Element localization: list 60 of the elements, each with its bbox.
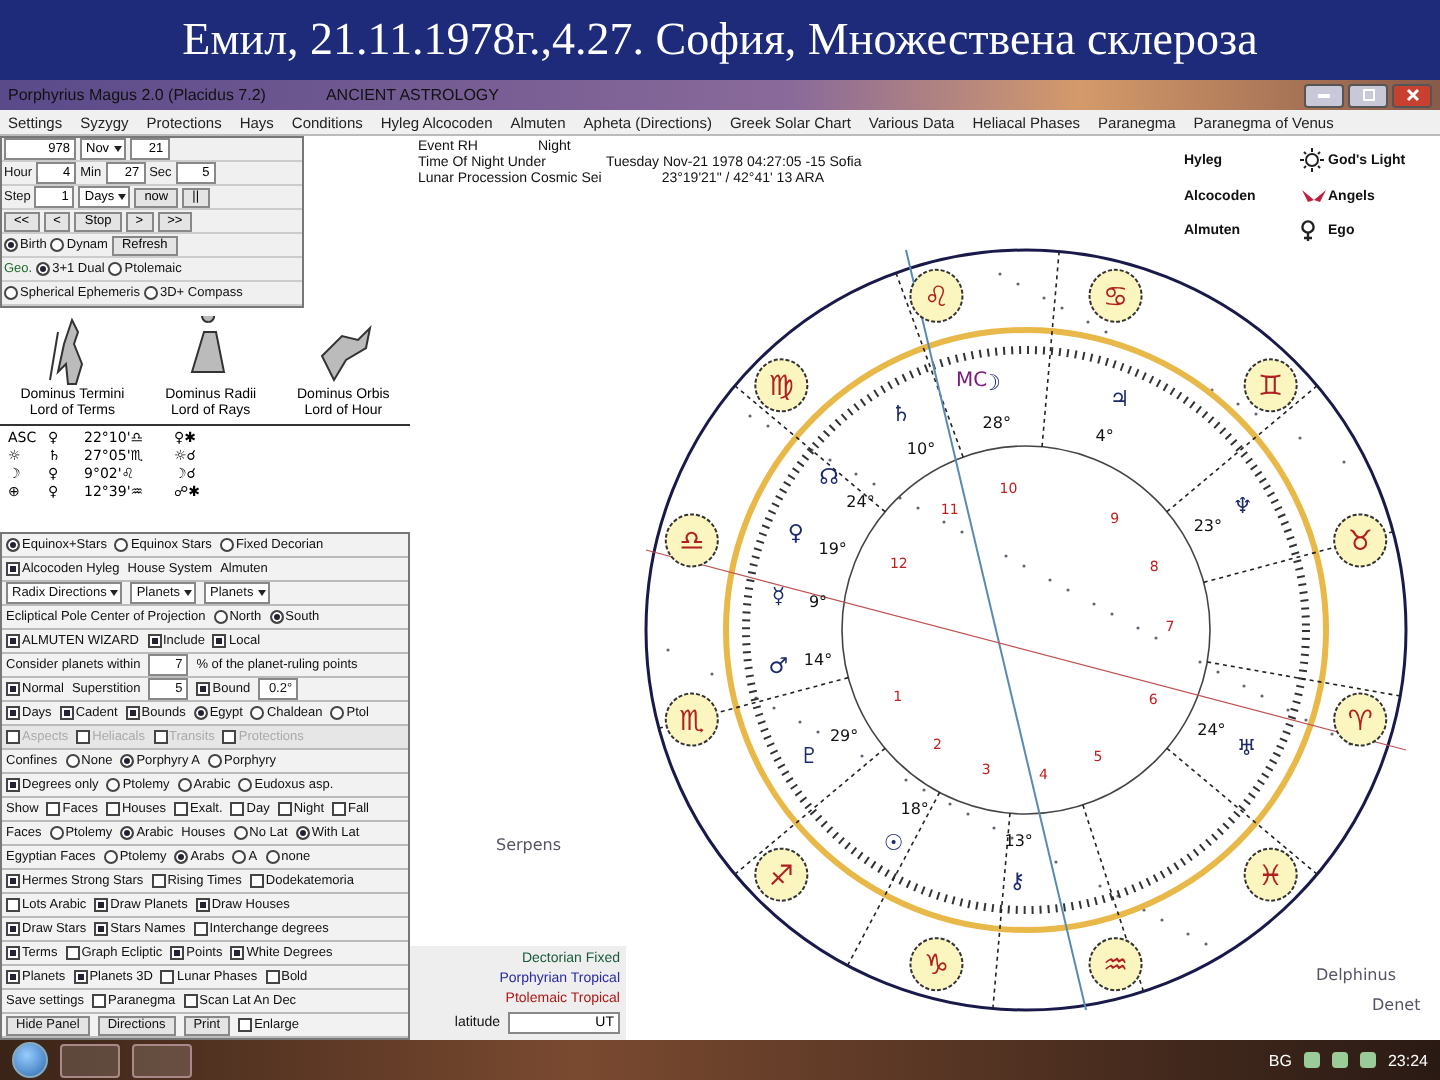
zodiac-sign: ♋ [1087, 268, 1142, 323]
zodiac-sign: ♑ [908, 937, 963, 992]
degree-label: 4° [1094, 427, 1113, 446]
degree-label: 29° [828, 727, 858, 745]
zodiac-sign: ♉ [1332, 513, 1387, 568]
zodiac-sign: ♏ [663, 692, 718, 747]
zodiac-sign: ♓ [1242, 847, 1297, 902]
minimize-icon [1318, 92, 1330, 98]
constellation-label: Denet [1371, 996, 1420, 1014]
degree-label: 24° [1196, 720, 1225, 739]
degree-label: 23° [1192, 517, 1222, 535]
constellation-label: Delphinus [1315, 966, 1395, 984]
degree-label: 10° [905, 440, 935, 459]
caret-icon [257, 590, 266, 596]
zodiac-sign: ♈ [1332, 692, 1387, 747]
start-button[interactable] [12, 1042, 48, 1078]
close-button[interactable] [1392, 83, 1432, 107]
slide-title: Емил, 21.11.1978г.,4.27. София, Множествена склероза [182, 14, 1258, 66]
planet-glyph: ♇ [798, 743, 819, 769]
planet-glyph: ♃ [1108, 386, 1129, 413]
wings-icon [1300, 188, 1328, 204]
degree-label: 9° [807, 592, 827, 611]
close-icon [1405, 88, 1419, 102]
degree-label: 28° [981, 414, 1010, 433]
planet-glyph: ☿ [770, 583, 785, 610]
zodiac-sign: ♐ [753, 847, 808, 902]
planet-glyph: ♅ [1235, 735, 1256, 762]
caret-icon [184, 590, 193, 596]
planet-glyph: ♆ [1231, 493, 1252, 519]
zodiac-sign: ♎ [663, 513, 718, 568]
taskbar-app-button[interactable] [132, 1043, 192, 1077]
degree-label: 18° [899, 800, 928, 819]
planet-glyph: ☊ [818, 464, 838, 491]
minimize-button[interactable] [1304, 83, 1344, 107]
window-subtitle: ANCIENT ASTROLOGY [325, 86, 499, 104]
clock: 23:24 [1387, 1051, 1428, 1069]
maximize-button[interactable] [1348, 83, 1388, 107]
zodiac-sign: ♒ [1087, 937, 1142, 992]
taskbar-app-button[interactable] [60, 1043, 120, 1077]
degree-label: 19° [817, 539, 846, 558]
caret-icon [118, 194, 127, 200]
language-indicator[interactable]: BG [1268, 1051, 1292, 1069]
zodiac-sign: ♊ [1242, 358, 1297, 413]
planet-glyph: ♂ [767, 652, 788, 679]
planet-glyph: ⚷ [1008, 867, 1025, 894]
planet-glyph: ♀ [786, 520, 803, 547]
degree-label: 14° [802, 651, 832, 670]
maximize-icon [1361, 88, 1375, 102]
planet-glyph: ☉ [882, 830, 903, 856]
zodiac-sign: ♌ [908, 268, 963, 323]
constellation-label: Serpens [495, 836, 561, 854]
degree-label: 24° [845, 492, 874, 511]
planet-glyph: ♄ [890, 401, 910, 428]
window-title: Porphyrius Magus 2.0 (Placidus 7.2) [8, 86, 266, 104]
caret-icon [113, 146, 122, 152]
zodiac-sign: ♍ [753, 358, 808, 413]
caret-icon [110, 590, 119, 596]
sun-icon [1300, 148, 1324, 172]
female-symbol-icon [1300, 220, 1316, 242]
degree-label: 13° [1003, 831, 1032, 850]
